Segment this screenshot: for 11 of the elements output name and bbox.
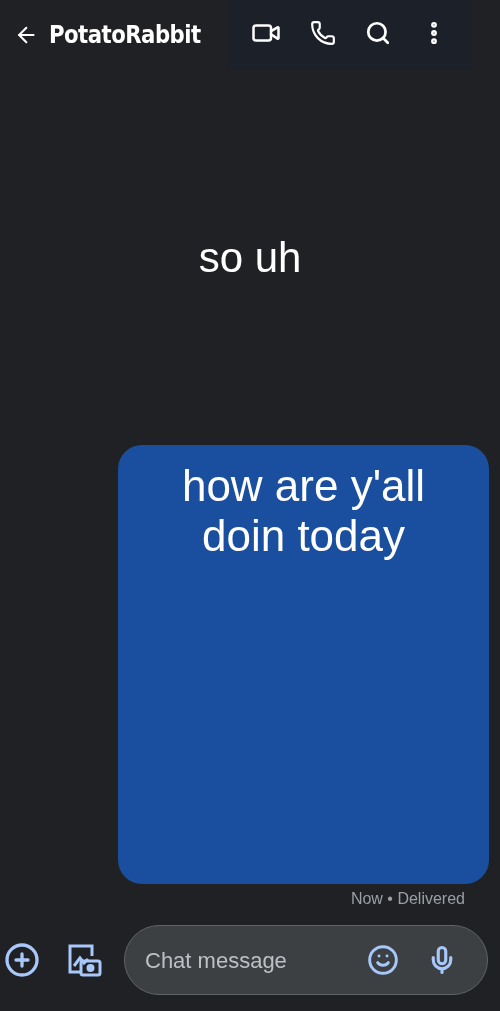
chat-input-field[interactable]: Chat message — [124, 925, 488, 995]
gallery-camera-icon[interactable] — [66, 942, 102, 978]
chat-message-input[interactable]: Chat message — [145, 943, 367, 977]
delivery-status: Now • Delivered — [350, 889, 465, 909]
emoji-icon[interactable] — [367, 944, 399, 976]
search-icon[interactable] — [364, 20, 391, 46]
message-text: so uh — [198, 233, 302, 283]
message-text: how are y'all doin today — [180, 461, 427, 561]
phone-icon[interactable] — [310, 20, 337, 46]
contact-name: PotatoRabbit — [48, 19, 201, 52]
add-icon[interactable] — [4, 942, 40, 978]
